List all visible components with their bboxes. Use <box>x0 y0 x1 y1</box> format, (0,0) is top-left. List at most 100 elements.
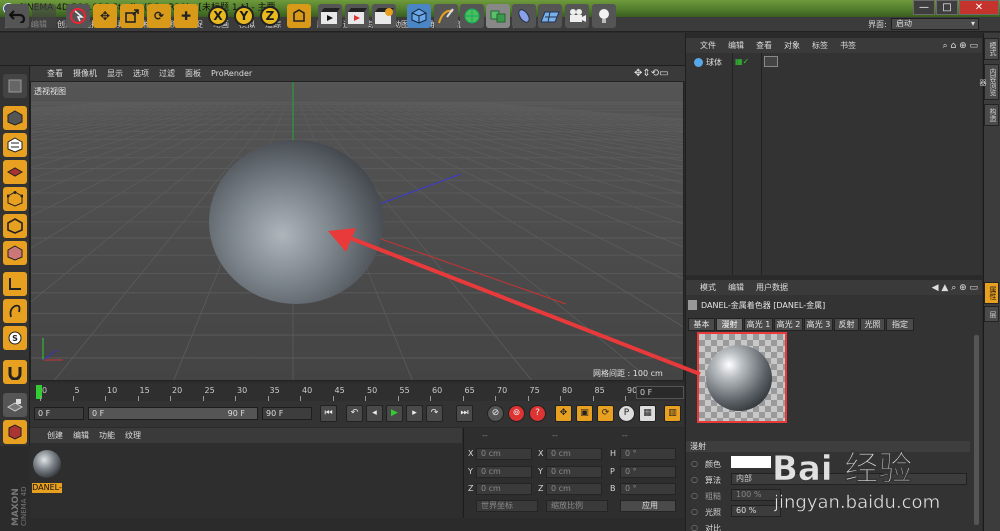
viewport-menu-filter[interactable]: 过滤 <box>154 66 180 81</box>
move-tool-icon[interactable]: ✥ <box>93 4 117 28</box>
material-swatch[interactable]: DANEL- <box>32 447 62 493</box>
coord-pos-y-field[interactable]: 0 cm <box>476 466 532 478</box>
close-button[interactable]: ✕ <box>959 0 999 15</box>
tab-diffuse[interactable]: 漫射 <box>716 318 743 331</box>
coord-world-select[interactable]: 世界坐标 <box>476 500 538 512</box>
key-position-icon[interactable]: ✥ <box>555 405 572 422</box>
material-menu-create[interactable]: 创建 <box>42 428 68 443</box>
transform-tool-icon[interactable]: ✚ <box>174 4 198 28</box>
coordinate-system-icon[interactable] <box>287 4 311 28</box>
coord-size-x-field[interactable]: 0 cm <box>546 448 602 460</box>
sphere-object[interactable] <box>209 140 383 304</box>
tab-assign[interactable]: 指定 <box>886 318 914 331</box>
coord-size-y-field[interactable]: 0 cm <box>546 466 602 478</box>
attr-nav-icons[interactable]: ◀ ▲ ⌕ ⊕ ▭ <box>932 283 978 293</box>
visibility-check-icon[interactable]: ▦✓ <box>735 57 749 66</box>
previous-frame-icon[interactable]: ◂ <box>366 405 383 422</box>
light-icon[interactable] <box>592 4 616 28</box>
previous-key-icon[interactable]: ↶ <box>346 405 363 422</box>
object-menu-file[interactable]: 文件 <box>694 38 722 53</box>
make-editable-icon[interactable] <box>3 74 27 98</box>
key-point-level-icon[interactable]: ▦ <box>639 405 656 422</box>
tab-reflection[interactable]: 反射 <box>834 318 859 331</box>
lock-workplane-icon[interactable] <box>3 393 27 417</box>
z-axis-lock-button[interactable]: Z <box>260 6 280 26</box>
coord-pos-x-field[interactable]: 0 cm <box>476 448 532 460</box>
snap-icon[interactable] <box>3 360 27 384</box>
viewport-menu-panel[interactable]: 面板 <box>180 66 206 81</box>
autokey-icon[interactable]: ⊚ <box>508 405 525 422</box>
object-menu-view[interactable]: 查看 <box>750 38 778 53</box>
live-selection-icon[interactable] <box>66 4 90 28</box>
planar-workplane-icon[interactable] <box>3 420 27 444</box>
start-frame-field[interactable]: 0 F <box>34 407 84 420</box>
pen-spline-icon[interactable] <box>434 4 458 28</box>
render-settings-icon[interactable] <box>372 4 396 28</box>
tab-illumination[interactable]: 光照 <box>860 318 885 331</box>
redo-icon[interactable] <box>32 4 56 28</box>
layout-select[interactable]: 启动 <box>891 18 979 30</box>
workplane-mode-icon[interactable] <box>3 160 27 184</box>
coord-rot-p-field[interactable]: 0 ° <box>620 466 676 478</box>
side-tab-content-browser[interactable]: 内容浏览器 <box>979 64 999 100</box>
apply-button[interactable]: 应用 <box>620 500 676 512</box>
key-scale-icon[interactable]: ▣ <box>576 405 593 422</box>
coord-rot-b-field[interactable]: 0 ° <box>620 483 676 495</box>
next-key-icon[interactable]: ↷ <box>426 405 443 422</box>
material-tag-icon[interactable] <box>764 56 778 67</box>
coord-pos-z-field[interactable]: 0 cm <box>476 483 532 495</box>
keyframe-selection-icon[interactable]: ? <box>529 405 546 422</box>
viewport-menu-cameras[interactable]: 摄像机 <box>68 66 102 81</box>
timeline-window-icon[interactable]: ▥ <box>664 405 681 422</box>
viewport-menu-options[interactable]: 选项 <box>128 66 154 81</box>
cube-primitive-icon[interactable] <box>407 4 431 28</box>
minimize-button[interactable]: — <box>913 0 935 15</box>
points-mode-icon[interactable] <box>3 187 27 211</box>
material-preview[interactable] <box>697 332 787 423</box>
tab-specular-1[interactable]: 高光 1 <box>744 318 773 331</box>
viewport-menu-display[interactable]: 显示 <box>102 66 128 81</box>
side-tab-structure[interactable]: 构造 <box>984 104 999 126</box>
next-frame-icon[interactable]: ▸ <box>406 405 423 422</box>
edges-mode-icon[interactable] <box>3 214 27 238</box>
current-frame-field[interactable]: 0 F <box>636 386 684 399</box>
x-axis-lock-button[interactable]: X <box>208 6 228 26</box>
model-mode-icon[interactable] <box>3 106 27 130</box>
play-forward-icon[interactable]: ▶ <box>386 405 403 422</box>
object-menu-objects[interactable]: 对象 <box>778 38 806 53</box>
color-swatch[interactable] <box>731 456 771 468</box>
object-menu-tags[interactable]: 标签 <box>806 38 834 53</box>
rotate-tool-icon[interactable]: ⟳ <box>147 4 171 28</box>
object-row-sphere[interactable]: 球体 <box>694 56 722 68</box>
axis-mode-icon[interactable] <box>3 272 27 296</box>
attr-menu-edit[interactable]: 编辑 <box>722 280 750 295</box>
deformer-icon[interactable] <box>512 4 536 28</box>
camera-icon[interactable] <box>565 4 589 28</box>
coord-rot-h-field[interactable]: 0 ° <box>620 448 676 460</box>
material-menu-texture[interactable]: 纹理 <box>120 428 146 443</box>
floor-environment-icon[interactable] <box>538 4 562 28</box>
solo-mode-icon[interactable]: S <box>3 326 27 350</box>
coord-scale-select[interactable]: 缩放比例 <box>546 500 608 512</box>
render-picture-viewer-icon[interactable] <box>345 4 369 28</box>
polygons-mode-icon[interactable] <box>3 241 27 265</box>
go-to-start-icon[interactable]: ⏮ <box>320 405 337 422</box>
viewport-menu-view[interactable]: 查看 <box>42 66 68 81</box>
tweak-mode-icon[interactable] <box>3 299 27 323</box>
attr-menu-mode[interactable]: 模式 <box>694 280 722 295</box>
material-menu-edit[interactable]: 编辑 <box>68 428 94 443</box>
material-menu-function[interactable]: 功能 <box>94 428 120 443</box>
viewport-menu-prorender[interactable]: ProRender <box>206 66 257 81</box>
render-view-icon[interactable] <box>318 4 342 28</box>
coord-size-z-field[interactable]: 0 cm <box>546 483 602 495</box>
tab-specular-3[interactable]: 高光 3 <box>804 318 833 331</box>
preview-range-slider[interactable]: 0 F 90 F <box>88 407 258 420</box>
attr-menu-user-data[interactable]: 用户数据 <box>750 280 794 295</box>
tab-basic[interactable]: 基本 <box>688 318 715 331</box>
side-tab-attributes[interactable]: 属性 <box>984 282 999 304</box>
side-tab-mode[interactable]: 模式 <box>984 38 999 60</box>
array-icon[interactable] <box>486 4 510 28</box>
y-axis-lock-button[interactable]: Y <box>234 6 254 26</box>
record-active-objects-icon[interactable]: ⊘ <box>487 405 504 422</box>
maximize-button[interactable]: □ <box>936 0 958 15</box>
